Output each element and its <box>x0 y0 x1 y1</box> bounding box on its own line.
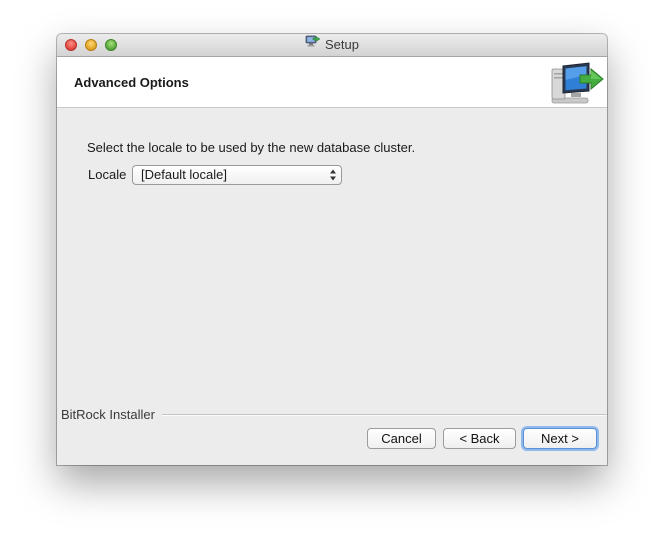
footer-divider <box>162 414 607 416</box>
locale-label: Locale <box>88 167 127 182</box>
window-title-text: Setup <box>325 37 359 52</box>
computer-install-arrow-icon <box>549 60 605 111</box>
screen: Setup Advanced Options Select the locale… <box>0 0 664 545</box>
page-header: Advanced Options <box>57 57 607 108</box>
setup-window: Setup Advanced Options Select the locale… <box>57 34 607 465</box>
cancel-button[interactable]: Cancel <box>367 428 436 449</box>
page-title: Advanced Options <box>74 75 189 90</box>
updown-arrows-icon <box>329 168 337 182</box>
next-button[interactable]: Next > <box>523 428 597 449</box>
window-title: Setup <box>57 34 607 56</box>
installer-app-icon <box>305 34 321 55</box>
installer-brand-label: BitRock Installer <box>61 407 158 422</box>
locale-select-value: [Default locale] <box>141 167 227 182</box>
zoom-window-button[interactable] <box>105 39 117 51</box>
back-button[interactable]: < Back <box>443 428 516 449</box>
close-window-button[interactable] <box>65 39 77 51</box>
locale-instruction-text: Select the locale to be used by the new … <box>87 140 416 155</box>
locale-select[interactable]: [Default locale] <box>132 165 342 185</box>
minimize-window-button[interactable] <box>85 39 97 51</box>
title-bar[interactable]: Setup <box>57 34 607 57</box>
